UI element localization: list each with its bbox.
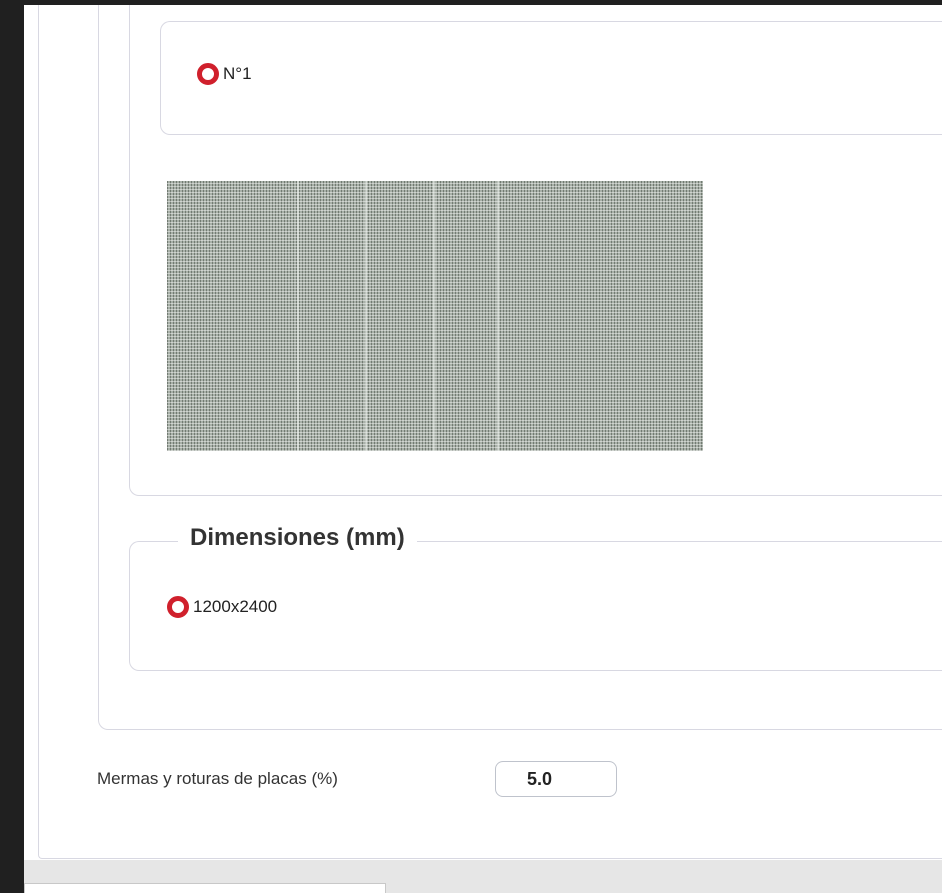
n1-option-card[interactable] xyxy=(160,21,942,135)
n1-radio-label: N°1 xyxy=(223,64,252,83)
material-swatch-image xyxy=(167,181,703,451)
mermas-input[interactable] xyxy=(495,761,617,797)
swatch-stripe xyxy=(433,181,435,451)
mermas-label: Mermas y roturas de placas (%) xyxy=(97,769,338,788)
main-page: N°1 Dimensiones (mm) 1200x2400 Mermas y … xyxy=(24,5,942,893)
dimensions-legend: Dimensiones (mm) xyxy=(178,524,417,552)
swatch-stripe xyxy=(297,181,299,451)
swatch-stripe xyxy=(365,181,367,451)
dimension-radio-option[interactable]: 1200x2400 xyxy=(167,596,277,618)
dimension-radio-label: 1200x2400 xyxy=(193,597,278,616)
radio-selected-icon[interactable] xyxy=(167,596,189,618)
radio-selected-icon[interactable] xyxy=(197,63,219,85)
bottom-panel xyxy=(24,883,386,893)
n1-radio-option[interactable]: N°1 xyxy=(197,63,252,85)
swatch-stripe xyxy=(497,181,499,451)
